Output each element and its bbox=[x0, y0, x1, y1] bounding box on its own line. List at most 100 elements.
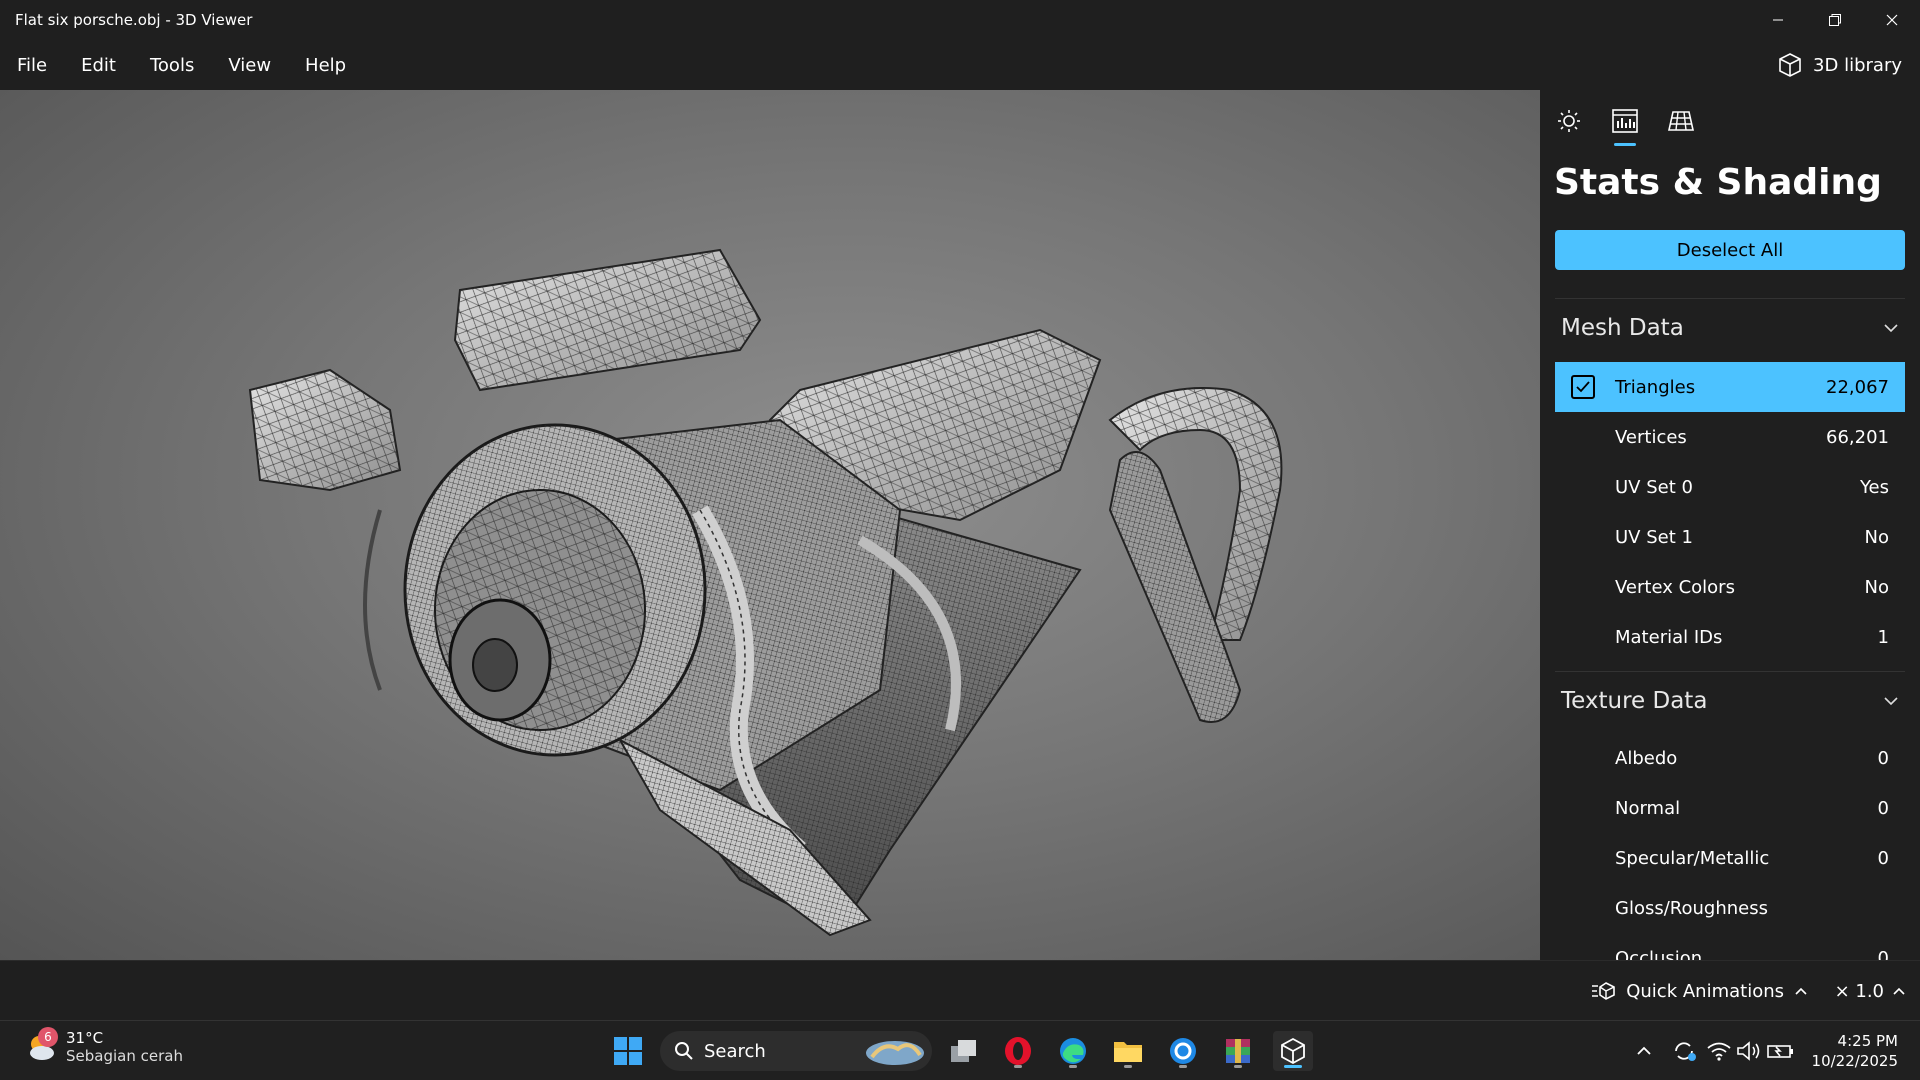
minimize-button[interactable] bbox=[1749, 0, 1806, 40]
stats-icon bbox=[1612, 109, 1638, 133]
row-value: 0 bbox=[1877, 947, 1889, 961]
chevron-up-icon bbox=[1893, 987, 1905, 995]
browser-app-button[interactable] bbox=[1163, 1031, 1203, 1071]
windows-logo-icon bbox=[614, 1037, 642, 1065]
wifi-icon[interactable] bbox=[1704, 1039, 1734, 1063]
row-label: Triangles bbox=[1615, 376, 1696, 398]
quick-animations-button[interactable]: Quick Animations bbox=[1590, 961, 1808, 1021]
running-indicator bbox=[1179, 1065, 1187, 1068]
row-label: Albedo bbox=[1615, 747, 1678, 769]
start-button[interactable] bbox=[608, 1031, 648, 1071]
opera-icon bbox=[1005, 1037, 1031, 1065]
taskbar-search[interactable]: Search bbox=[660, 1031, 932, 1071]
row-value: 1 bbox=[1877, 626, 1889, 648]
row-label: UV Set 1 bbox=[1615, 526, 1693, 548]
stats-shading-tab[interactable] bbox=[1606, 102, 1644, 146]
row-label: Occlusion bbox=[1615, 947, 1703, 961]
task-view-button[interactable] bbox=[944, 1031, 984, 1071]
clock[interactable]: 4:25 PM 10/22/2025 bbox=[1812, 1031, 1920, 1071]
chevron-up-icon bbox=[1795, 987, 1807, 995]
mesh-row-material-ids: Material IDs 1 bbox=[1555, 612, 1905, 662]
row-label: Vertex Colors bbox=[1615, 576, 1735, 598]
mesh-row-uv-set-0: UV Set 0 Yes bbox=[1555, 462, 1905, 512]
clock-time: 4:25 PM bbox=[1837, 1032, 1898, 1050]
winrar-button[interactable] bbox=[1218, 1031, 1258, 1071]
triangles-checkbox[interactable] bbox=[1571, 375, 1595, 399]
texture-row-gloss-roughness: Gloss/Roughness bbox=[1555, 883, 1905, 933]
grid-tab[interactable] bbox=[1662, 102, 1700, 140]
3d-viewport[interactable] bbox=[0, 90, 1540, 960]
file-explorer-button[interactable] bbox=[1108, 1031, 1148, 1071]
edge-button[interactable] bbox=[1053, 1031, 1093, 1071]
row-label: Material IDs bbox=[1615, 626, 1723, 648]
show-hidden-icons-icon[interactable] bbox=[1624, 1041, 1664, 1061]
row-label: Normal bbox=[1615, 797, 1681, 819]
3d-viewer-taskbar-button[interactable] bbox=[1273, 1031, 1313, 1071]
texture-row-albedo: Albedo 0 bbox=[1555, 733, 1905, 783]
quick-animations-label: Quick Animations bbox=[1626, 980, 1784, 1002]
mesh-data-label: Mesh Data bbox=[1561, 314, 1684, 341]
row-value: No bbox=[1864, 576, 1889, 598]
task-view-icon bbox=[951, 1040, 976, 1062]
search-highlight-icon bbox=[866, 1041, 924, 1065]
restore-icon bbox=[1828, 14, 1841, 26]
running-indicator bbox=[1124, 1065, 1132, 1068]
search-icon bbox=[675, 1042, 693, 1060]
menu-bar: File Edit Tools View Help 3D library bbox=[0, 40, 1920, 90]
row-value: Yes bbox=[1859, 476, 1889, 498]
close-button[interactable] bbox=[1863, 0, 1920, 40]
title-bar: Flat six porsche.obj - 3D Viewer bbox=[0, 0, 1920, 40]
clock-date: 10/22/2025 bbox=[1811, 1052, 1898, 1070]
grid-icon bbox=[1668, 111, 1694, 131]
cube-icon bbox=[1779, 53, 1801, 77]
mesh-row-vertices: Vertices 66,201 bbox=[1555, 412, 1905, 462]
mesh-row-triangles[interactable]: Triangles 22,067 bbox=[1555, 362, 1905, 412]
mesh-row-vertex-colors: Vertex Colors No bbox=[1555, 562, 1905, 612]
playback-speed-button[interactable]: × 1.0 bbox=[1835, 961, 1906, 1021]
active-indicator bbox=[1284, 1065, 1302, 1068]
lighting-tab[interactable] bbox=[1550, 102, 1588, 140]
animation-cube-icon bbox=[1592, 982, 1616, 1000]
window-controls bbox=[1749, 0, 1920, 40]
menu-help[interactable]: Help bbox=[288, 40, 363, 90]
opera-button[interactable] bbox=[998, 1031, 1038, 1071]
sun-icon bbox=[1558, 110, 1580, 132]
system-tray: 4:25 PM 10/22/2025 bbox=[1624, 1021, 1920, 1080]
edge-icon bbox=[1060, 1038, 1086, 1064]
checkmark-icon bbox=[1576, 381, 1590, 393]
mesh-data-header[interactable]: Mesh Data bbox=[1555, 298, 1905, 356]
row-label: Gloss/Roughness bbox=[1615, 897, 1768, 919]
running-indicator bbox=[1234, 1065, 1242, 1068]
row-value: 0 bbox=[1877, 847, 1889, 869]
texture-row-normal: Normal 0 bbox=[1555, 783, 1905, 833]
texture-data-header[interactable]: Texture Data bbox=[1555, 671, 1905, 729]
panel-title: Stats & Shading bbox=[1554, 162, 1882, 203]
temperature: 31°C bbox=[66, 1029, 104, 1047]
3d-library-button[interactable]: 3D library bbox=[1777, 40, 1902, 90]
row-value: 66,201 bbox=[1826, 426, 1889, 448]
stats-panel: Stats & Shading Deselect All Mesh Data T… bbox=[1540, 90, 1920, 960]
volume-icon[interactable] bbox=[1734, 1039, 1764, 1063]
menu-edit[interactable]: Edit bbox=[64, 40, 133, 90]
browser-icon bbox=[1170, 1038, 1196, 1064]
weather-badge: 6 bbox=[38, 1027, 58, 1047]
menu-file[interactable]: File bbox=[0, 40, 64, 90]
battery-icon[interactable] bbox=[1764, 1039, 1798, 1063]
texture-row-occlusion: Occlusion 0 bbox=[1555, 933, 1905, 961]
menu-tools[interactable]: Tools bbox=[133, 40, 211, 90]
sync-icon[interactable] bbox=[1664, 1037, 1704, 1065]
texture-row-specular-metallic: Specular/Metallic 0 bbox=[1555, 833, 1905, 883]
menu-view[interactable]: View bbox=[211, 40, 288, 90]
engine-model bbox=[248, 248, 1283, 937]
row-value: 22,067 bbox=[1826, 376, 1889, 398]
3d-library-label: 3D library bbox=[1813, 54, 1902, 76]
panel-tabs bbox=[1550, 102, 1700, 146]
folder-icon bbox=[1114, 1042, 1142, 1062]
weather-condition: Sebagian cerah bbox=[66, 1047, 183, 1065]
weather-widget[interactable]: 6 31°C Sebagian cerah bbox=[24, 1027, 183, 1065]
restore-button[interactable] bbox=[1806, 0, 1863, 40]
archive-icon bbox=[1226, 1039, 1250, 1063]
chevron-down-icon bbox=[1884, 323, 1898, 332]
deselect-all-button[interactable]: Deselect All bbox=[1555, 230, 1905, 270]
chevron-down-icon bbox=[1884, 696, 1898, 705]
